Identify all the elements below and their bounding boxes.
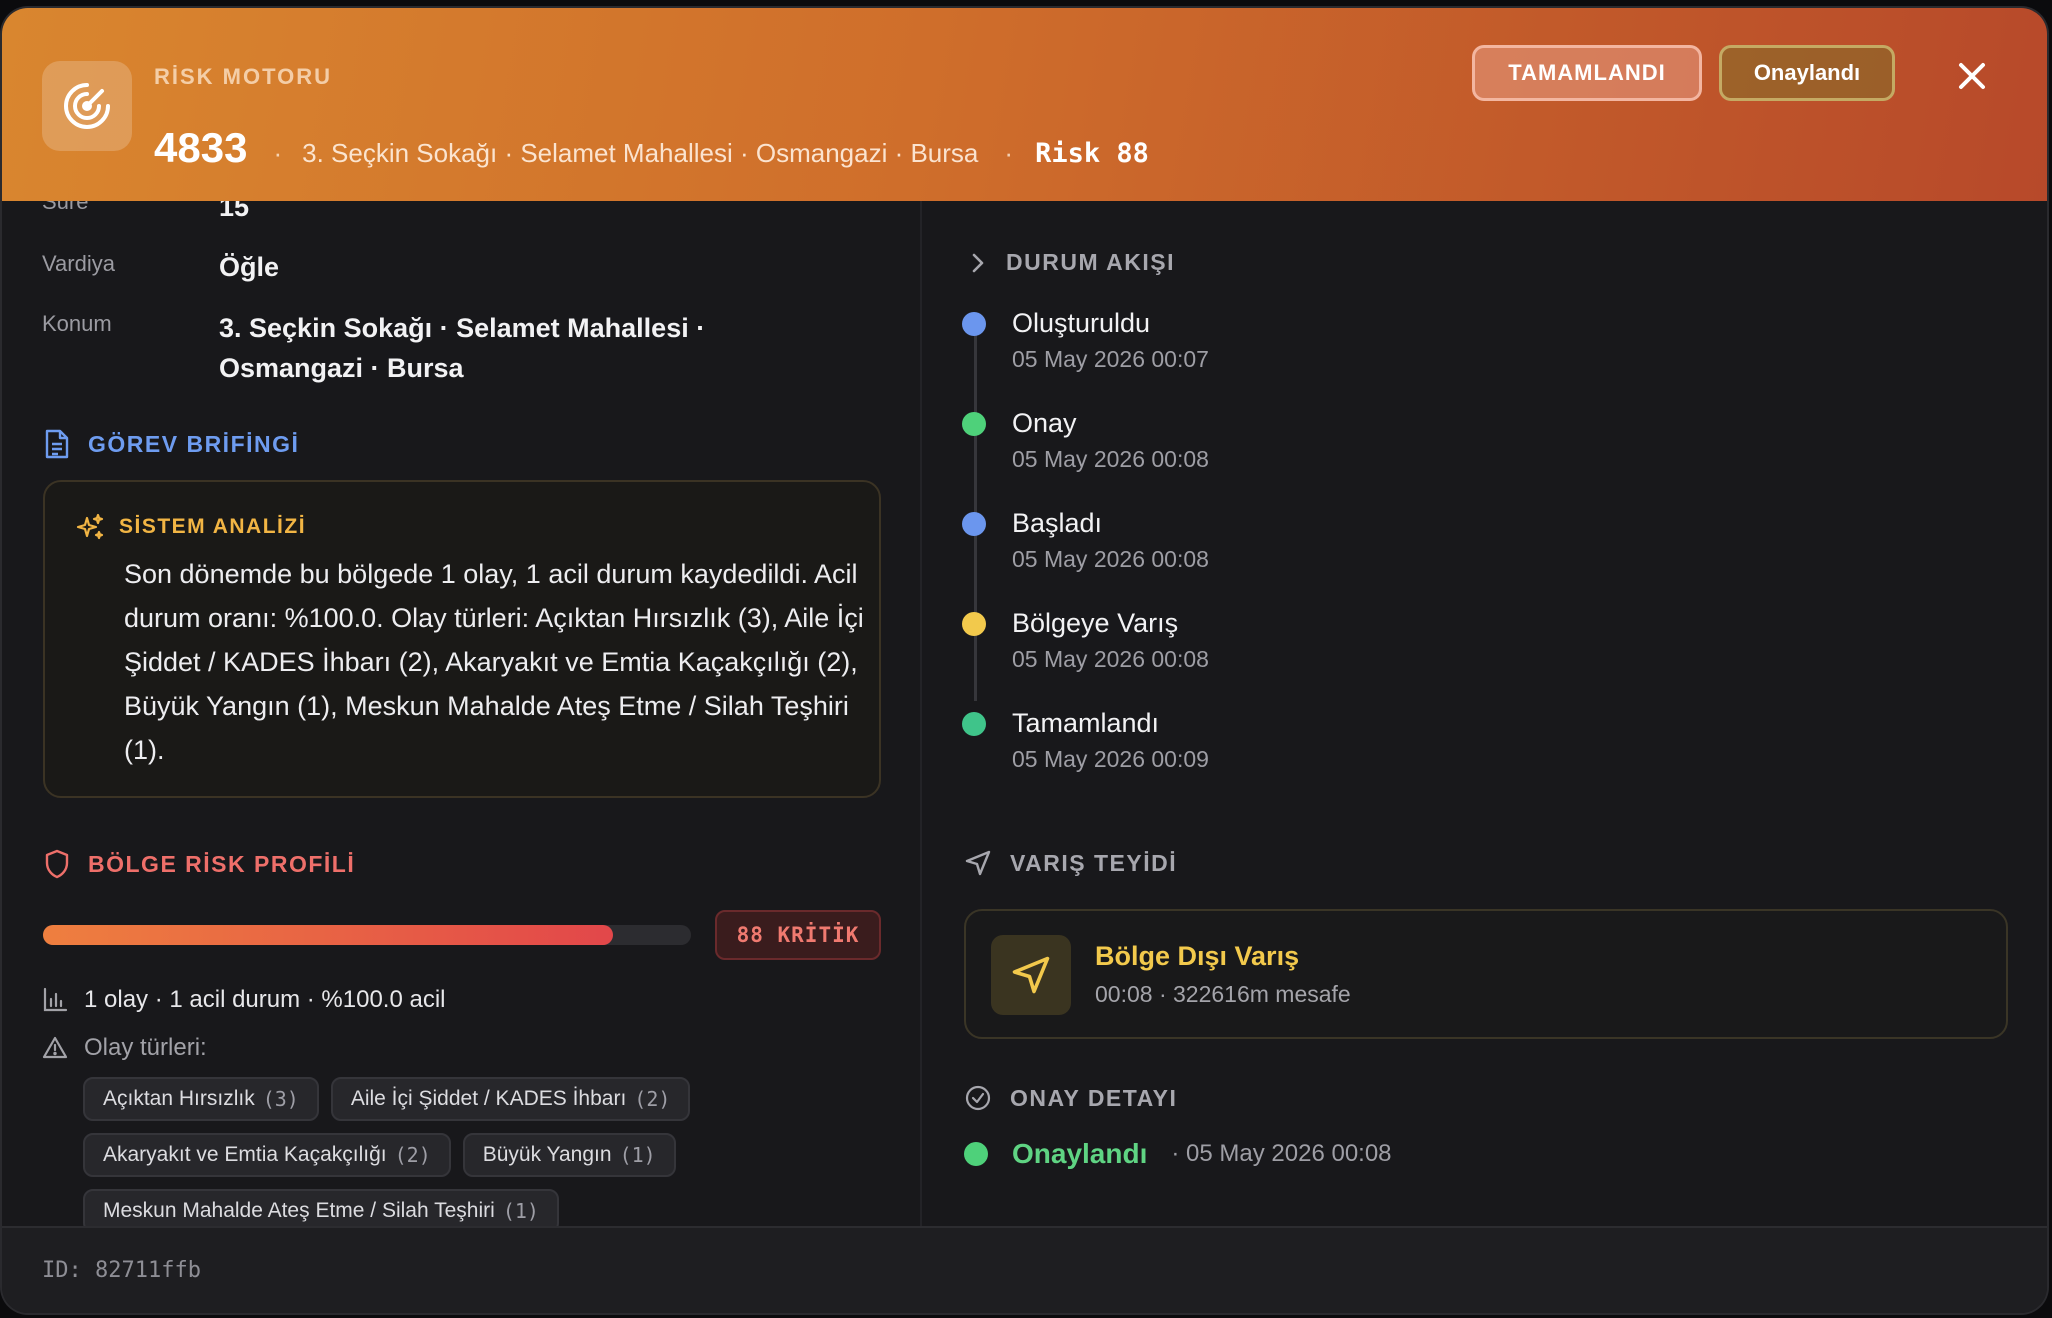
approval-section-title: ONAY DETAYI — [964, 1084, 1177, 1112]
incident-detail-modal: RİSK MOTORU 4833 · 3. Seçkin Sokağı · Se… — [2, 8, 2047, 1313]
briefing-section-title: GÖREV BRİFİNGİ — [44, 429, 299, 459]
status-approved-button[interactable]: Onaylandı — [1719, 45, 1895, 101]
timeline-title-text: DURUM AKIŞI — [1006, 249, 1175, 275]
timeline-dot — [962, 712, 986, 736]
shield-icon — [45, 849, 69, 879]
right-panel: DURUM AKIŞI Oluşturuldu 05 May 2026 00:0… — [922, 201, 2047, 1234]
timeline-item-title: Oluşturuldu — [1012, 308, 1151, 338]
duration-label: Süre — [42, 201, 89, 214]
check-circle-icon — [965, 1085, 991, 1111]
briefing-title-text: GÖREV BRİFİNGİ — [88, 430, 300, 457]
risk-profile-title-text: BÖLGE RİSK PROFİLİ — [88, 850, 356, 877]
modal-footer: ID: 82711ffb — [2, 1226, 2047, 1313]
approval-title-text: ONAY DETAYI — [1010, 1084, 1178, 1111]
timeline-dot — [962, 612, 986, 636]
approval-status: Onaylandı — [1012, 1138, 1148, 1169]
incident-type-chip: Aile İçi Şiddet / KADES İhbarı (2) — [330, 1077, 691, 1121]
timeline-item-time: 05 May 2026 00:08 — [1012, 646, 1209, 672]
approval-time: · 05 May 2026 00:08 — [1171, 1140, 1392, 1167]
incident-type-chips: Açıktan Hırsızlık (3) Aile İçi Şiddet / K… — [83, 1077, 903, 1233]
incident-id: 4833 — [154, 124, 248, 171]
risk-profile-section-title: BÖLGE RİSK PROFİLİ — [44, 849, 355, 879]
timeline-item-title: Bölgeye Varış — [1012, 608, 1179, 638]
left-panel: Süre 15 Vardiya Öğle Konum 3. Seçkin Sok… — [2, 201, 920, 1234]
system-analysis-card: SİSTEM ANALİZİ Son dönemde bu bölgede 1 … — [43, 480, 881, 798]
analysis-text: Son dönemde bu bölgede 1 olay, 1 acil du… — [124, 559, 864, 765]
timeline-section-toggle[interactable]: DURUM AKIŞI — [968, 249, 1175, 276]
risk-level-badge: 88 KRİTİK — [715, 910, 881, 960]
incident-type-chip: Akaryakıt ve Emtia Kaçakçılığı (2) — [83, 1133, 451, 1177]
approval-detail-row: Onaylandı · 05 May 2026 00:08 — [964, 1138, 1392, 1170]
timeline-item-title: Başladı — [1012, 508, 1103, 538]
location-line-2: Osmangazi · Bursa — [219, 353, 464, 383]
risk-score-label: Risk 88 — [1035, 138, 1149, 169]
arrival-status: Bölge Dışı Varış — [1095, 941, 1300, 971]
arrival-card: Bölge Dışı Varış 00:08 · 322616m mesafe — [964, 909, 2008, 1039]
status-completed-button[interactable]: TAMAMLANDI — [1472, 45, 1702, 101]
bar-chart-icon — [43, 987, 68, 1012]
incident-type-chip: Büyük Yangın (1) — [462, 1133, 676, 1177]
timeline-dot — [962, 312, 986, 336]
analysis-header: SİSTEM ANALİZİ — [75, 512, 306, 542]
timeline-item-time: 05 May 2026 00:08 — [1012, 546, 1209, 572]
timeline-item-title: Tamamlandı — [1012, 708, 1160, 738]
header-eyebrow: RİSK MOTORU — [154, 64, 333, 89]
shift-value: Öğle — [219, 252, 280, 282]
warning-icon — [42, 1036, 68, 1059]
incident-type-chip: Açıktan Hırsızlık (3) — [83, 1077, 319, 1121]
header-address: 3. Seçkin Sokağı · Selamet Mahallesi · O… — [302, 138, 979, 168]
timeline-item-time: 05 May 2026 00:07 — [1012, 346, 1209, 372]
timeline-dot — [962, 412, 986, 436]
location-line-1: 3. Seçkin Sokağı · Selamet Mahallesi · — [219, 313, 706, 343]
timeline-dot — [962, 512, 986, 536]
duration-value: 15 — [219, 201, 250, 222]
incident-types-label: Olay türleri: — [84, 1034, 207, 1061]
chevron-right-icon[interactable] — [968, 251, 988, 275]
close-icon[interactable] — [1954, 58, 1990, 94]
timeline-line — [974, 321, 977, 701]
timeline-item-time: 05 May 2026 00:09 — [1012, 746, 1209, 772]
location-value: 3. Seçkin Sokağı · Selamet Mahallesi · O… — [219, 308, 705, 388]
navigation-icon — [965, 850, 991, 876]
record-id: ID: 82711ffb — [42, 1258, 201, 1283]
incident-types-row: Olay türleri: — [42, 1034, 207, 1062]
document-icon — [45, 429, 69, 459]
modal-header: RİSK MOTORU 4833 · 3. Seçkin Sokağı · Se… — [2, 8, 2047, 201]
risk-score-bar-fill — [43, 925, 614, 945]
separator: · — [273, 138, 283, 168]
navigation-icon — [991, 935, 1071, 1015]
separator: · — [1004, 138, 1014, 168]
header-summary: 4833 · 3. Seçkin Sokağı · Selamet Mahall… — [154, 124, 1149, 172]
arrival-title-text: VARIŞ TEYİDİ — [1010, 849, 1178, 876]
location-label: Konum — [42, 311, 112, 336]
timeline-item-time: 05 May 2026 00:08 — [1012, 446, 1209, 472]
risk-score-bar — [43, 925, 691, 945]
radar-icon — [42, 61, 132, 151]
approval-status-dot — [964, 1142, 988, 1166]
timeline-item-title: Onay — [1012, 408, 1077, 438]
risk-stats-row: 1 olay · 1 acil durum · %100.0 acil — [42, 986, 446, 1014]
arrival-detail: 00:08 · 322616m mesafe — [1095, 981, 1351, 1007]
analysis-title: SİSTEM ANALİZİ — [119, 515, 307, 538]
arrival-section-title: VARIŞ TEYİDİ — [964, 849, 1177, 877]
sparkles-icon — [76, 513, 104, 540]
risk-stats-text: 1 olay · 1 acil durum · %100.0 acil — [84, 986, 446, 1013]
shift-label: Vardiya — [42, 251, 115, 276]
